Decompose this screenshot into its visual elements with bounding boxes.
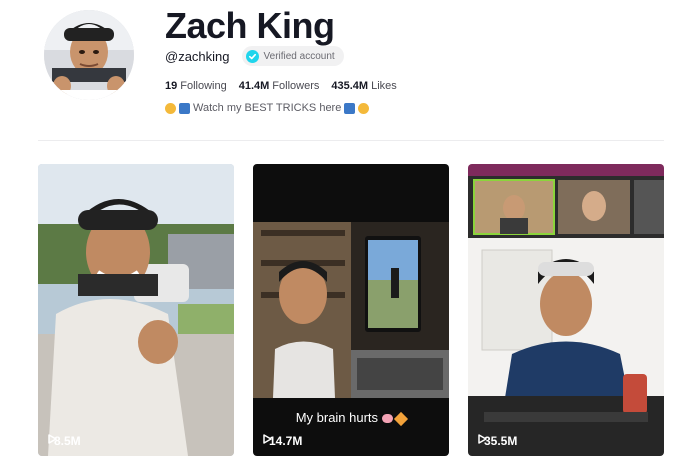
check-icon [245,49,259,63]
explosion-emoji-icon [394,411,409,426]
video-card[interactable]: My brain hurts 14.7M [253,164,449,456]
stat-likes: 435.4M Likes [331,80,396,92]
profile-bio: Watch my BEST TRICKS here [165,102,370,114]
bio-text: Watch my BEST TRICKS here [193,102,342,114]
stat-likes-value: 435.4M [331,80,369,92]
clapping-hands-emoji-icon [165,102,176,114]
view-count: 14.7M [263,434,302,448]
stat-followers[interactable]: 41.4M Followers [239,80,320,92]
video-card[interactable]: 35.5M [468,164,664,456]
profile-name: Zach King [165,5,335,46]
profile-avatar[interactable] [44,10,134,100]
stat-likes-label: Likes [371,80,397,92]
view-count-value: 14.7M [269,434,303,448]
view-count: 35.5M [478,434,517,448]
stat-following-value: 19 [165,80,178,92]
verified-label: Verified account [263,50,335,62]
view-count: 8.5M [48,434,81,448]
handle-row: @zachking Verified account [165,46,344,66]
divider [38,140,664,141]
arrow-down-right-emoji-icon [179,102,190,114]
video-card[interactable]: 8.5M [38,164,234,456]
video-caption: My brain hurts [253,410,449,426]
video-thumbnail [468,164,664,456]
stat-followers-label: Followers [272,80,320,92]
stat-following[interactable]: 19 Following [165,80,227,92]
clapping-hands-emoji-icon [358,102,370,114]
stat-followers-value: 41.4M [238,80,270,92]
profile-handle: @zachking [165,48,230,64]
view-count-value: 8.5M [54,434,81,448]
view-count-value: 35.5M [484,434,518,448]
video-thumbnail [38,164,234,456]
profile-stats: 19 Following 41.4M Followers 435.4M Likes [165,80,397,92]
video-caption-text: My brain hurts [295,410,379,425]
arrow-down-left-emoji-icon [344,102,356,114]
stat-following-label: Following [180,80,227,92]
brain-emoji-icon [381,414,393,424]
verified-badge: Verified account [241,46,344,66]
